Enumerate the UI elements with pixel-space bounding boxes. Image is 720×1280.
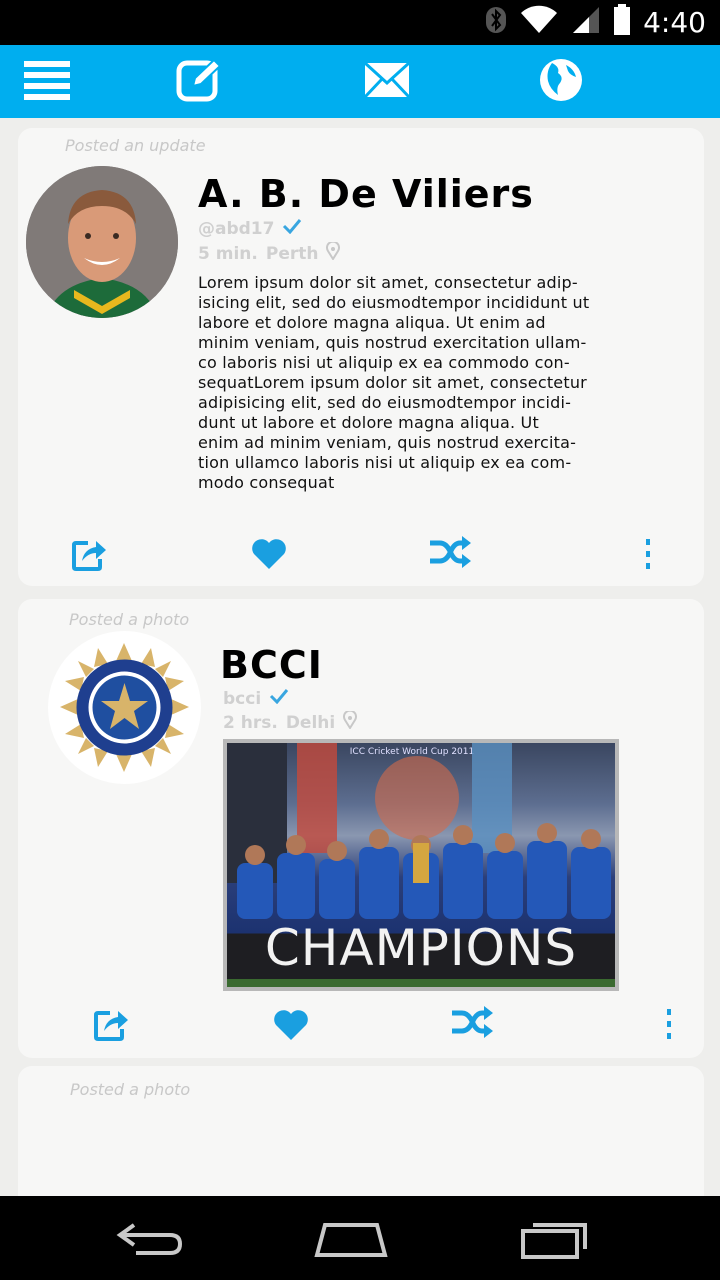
like-button[interactable] [249, 536, 289, 576]
verified-icon [282, 218, 302, 239]
post-card: Posted a photo BCCI bcci 2 hrs. Delhi IC… [18, 599, 704, 1058]
post-text: Lorem ipsum dolor sit amet, consectetur … [198, 273, 590, 492]
avatar[interactable] [48, 631, 201, 784]
handle-text: bcci [223, 688, 262, 709]
posted-label: Posted an update [65, 136, 206, 155]
author-name[interactable]: A. B. De Viliers [198, 172, 534, 216]
location-pin-icon [326, 240, 341, 265]
heart-icon [273, 1009, 309, 1045]
post-meta: 5 min. Perth [198, 240, 341, 265]
post-location: Delhi [285, 712, 336, 733]
shuffle-icon [450, 1005, 494, 1043]
post-time: 2 hrs. [223, 712, 278, 733]
reshare-button[interactable] [450, 1004, 494, 1044]
avatar[interactable] [26, 166, 178, 318]
verified-icon [269, 688, 289, 709]
author-handle: bcci [223, 688, 289, 709]
shuffle-icon [428, 535, 472, 573]
wifi-icon [519, 5, 559, 39]
compose-icon [176, 58, 224, 106]
compose-button[interactable] [175, 57, 225, 107]
mail-icon [363, 61, 411, 103]
posted-label: Posted a photo [69, 610, 190, 629]
post-card: Posted an update A. B. De Viliers @abd17… [18, 128, 704, 586]
status-bar: 4:40 [0, 0, 720, 45]
recents-icon [519, 1219, 591, 1263]
bluetooth-icon [485, 5, 507, 39]
back-icon [114, 1221, 184, 1261]
system-nav-bar [0, 1196, 720, 1280]
status-time: 4:40 [643, 5, 706, 39]
handle-text: @abd17 [198, 218, 275, 239]
messages-button[interactable] [362, 57, 412, 107]
photo-banner: CHAMPIONS [264, 919, 578, 977]
share-button[interactable] [92, 1006, 132, 1046]
post-meta: 2 hrs. Delhi [223, 709, 358, 734]
more-options-button[interactable] [649, 1006, 689, 1046]
post-photo[interactable]: ICC Cricket World Cup 2011 CHAMPIONS [223, 739, 619, 991]
heart-icon [251, 538, 287, 574]
author-handle: @abd17 [198, 218, 302, 239]
more-vert-icon [644, 538, 652, 574]
battery-icon [613, 4, 631, 40]
top-toolbar [0, 45, 720, 118]
signal-icon [571, 5, 601, 39]
more-options-button[interactable] [628, 536, 668, 576]
home-icon [313, 1219, 389, 1263]
menu-icon [24, 59, 70, 105]
location-pin-icon [343, 709, 358, 734]
post-location: Perth [265, 243, 319, 264]
share-icon [72, 537, 108, 575]
back-button[interactable] [104, 1216, 194, 1266]
posted-label: Posted a photo [70, 1080, 191, 1099]
author-name[interactable]: BCCI [220, 643, 323, 687]
status-icons: 4:40 [485, 4, 706, 40]
post-time: 5 min. [198, 243, 258, 264]
photo-image: ICC Cricket World Cup 2011 CHAMPIONS [227, 743, 615, 987]
more-vert-icon [665, 1008, 673, 1044]
menu-button[interactable] [22, 57, 72, 107]
reshare-button[interactable] [428, 534, 472, 574]
share-button[interactable] [70, 536, 110, 576]
globe-icon [538, 57, 584, 107]
globe-button[interactable] [536, 57, 586, 107]
like-button[interactable] [271, 1007, 311, 1047]
share-icon [94, 1007, 130, 1045]
recents-button[interactable] [510, 1216, 600, 1266]
home-button[interactable] [306, 1216, 396, 1266]
